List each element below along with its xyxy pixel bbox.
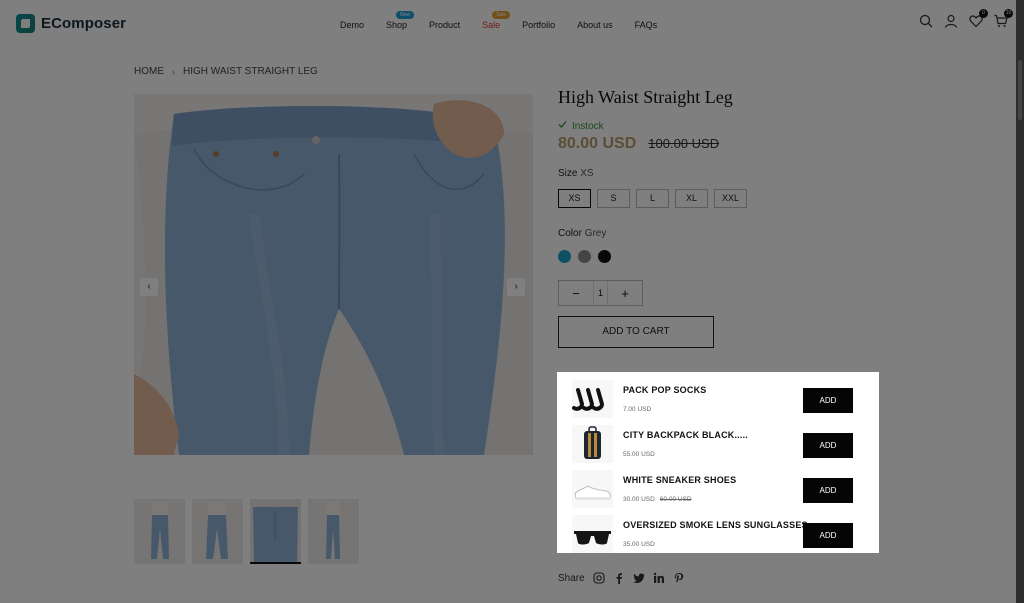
thumbnail-1[interactable] [134,499,185,564]
nav-faqs[interactable]: FAQs [635,20,658,30]
upsell-price: 55.00 USD [623,450,655,458]
product-main-image [134,94,533,455]
main-nav: Demo Shop New Product Sale Sale Portfolio … [340,11,679,30]
search-icon[interactable] [919,14,933,28]
size-label-row: Size XS [558,168,594,179]
nav-label: Demo [340,20,365,30]
size-option[interactable]: S [597,189,630,208]
brand-name: EComposer [41,15,127,32]
upsell-add-button[interactable]: ADD [803,523,853,548]
qty-input[interactable]: 1 [593,281,608,305]
cart-count: 10 [1004,9,1013,18]
size-label: Size [558,168,578,179]
color-swatch-black[interactable] [598,250,611,263]
nav-shop[interactable]: Shop New [386,11,415,30]
breadcrumb: HOME › HIGH WAIST STRAIGHT LEG [134,66,318,77]
stock-status: Instock [558,120,604,132]
cart-icon[interactable]: 10 [994,9,1013,28]
upsell-add-button[interactable]: ADD [803,388,853,413]
thumbnail-2[interactable] [192,499,243,564]
thumbnail-4[interactable] [308,499,359,564]
breadcrumb-separator: › [172,66,175,77]
wishlist-icon[interactable]: 0 [969,9,988,28]
price-block: 80.00 USD 100.00 USD [558,135,719,153]
upsell-item: OVERSIZED SMOKE LENS SUNGLASSES 35.00 US… [572,511,867,556]
facebook-icon[interactable] [613,572,625,584]
nav-label: Product [429,20,461,30]
nav-about[interactable]: About us [577,20,613,30]
color-swatch-blue[interactable] [558,250,571,263]
linkedin-icon[interactable] [653,572,665,584]
sneaker-icon[interactable] [572,469,613,508]
quantity-stepper: − 1 + [558,280,643,306]
socks-icon[interactable] [572,379,613,418]
jeans-image [134,94,533,455]
scrollbar-thumb[interactable] [1018,60,1022,120]
qty-increase-button[interactable]: + [608,286,642,301]
thumbnail-3[interactable] [250,499,301,564]
upsell-price: 7.00 USD [623,405,652,413]
site-header: EComposer Demo Shop New Product Sale Sale … [0,0,1024,52]
account-icon[interactable] [944,14,958,28]
upsell-price: 30.00 USD [623,495,655,503]
sale-badge: Sale [492,11,511,19]
chevron-left-icon: ‹ [147,281,151,292]
nav-sale[interactable]: Sale Sale [482,11,511,30]
breadcrumb-home[interactable]: HOME [134,66,164,77]
nav-label: Portfolio [522,20,556,30]
header-icons: 0 10 [919,9,1013,28]
add-to-cart-button[interactable]: ADD TO CART [558,316,714,348]
share-row: Share [558,572,685,584]
upsell-item: PACK POP SOCKS 7.00 USD ADD [572,376,867,421]
size-value: XS [580,168,594,179]
check-icon [558,120,567,132]
upsell-panel: PACK POP SOCKS 7.00 USD ADD CITY BACKPAC… [557,372,879,553]
qty-decrease-button[interactable]: − [559,286,593,301]
nav-label: About us [577,20,613,30]
upsell-add-button[interactable]: ADD [803,433,853,458]
compare-price: 100.00 USD [648,136,720,151]
size-option[interactable]: XL [675,189,708,208]
upsell-price: 35.00 USD [623,540,655,548]
size-option[interactable]: L [636,189,669,208]
stock-label: Instock [572,120,604,132]
upsell-compare-price: 60.00 USD [659,495,692,503]
nav-label: Sale [482,20,501,30]
color-label: Color [558,228,582,239]
current-price: 80.00 USD [558,135,637,152]
share-label: Share [558,572,585,584]
nav-label: Shop [386,20,408,30]
thumbnail-strip [134,499,359,564]
chevron-right-icon: › [514,281,518,292]
size-options: XS S L XL XXL [558,189,747,208]
color-label-row: Color Grey [558,228,606,239]
color-value: Grey [584,228,607,239]
instagram-icon[interactable] [593,572,605,584]
color-options [558,250,611,263]
nav-portfolio[interactable]: Portfolio [522,20,555,30]
new-badge: New [396,11,415,19]
color-swatch-grey[interactable] [578,250,591,263]
prev-image-button[interactable]: ‹ [140,278,158,296]
size-option[interactable]: XXL [714,189,747,208]
twitter-icon[interactable] [632,572,645,584]
nav-label: FAQs [634,20,658,30]
next-image-button[interactable]: › [507,278,525,296]
upsell-item: WHITE SNEAKER SHOES 30.00 USD 60.00 USD A… [572,466,867,511]
backpack-icon[interactable] [572,424,613,463]
product-title: High Waist Straight Leg [558,87,733,107]
breadcrumb-current: HIGH WAIST STRAIGHT LEG [183,66,318,77]
page-scrollbar[interactable] [1016,0,1024,603]
logo[interactable]: EComposer [16,14,126,33]
upsell-item: CITY BACKPACK BLACK..... 55.00 USD ADD [572,421,867,466]
wishlist-count: 0 [979,9,988,18]
nav-demo[interactable]: Demo [340,20,364,30]
logo-icon [16,14,35,33]
pinterest-icon[interactable] [673,572,685,584]
upsell-add-button[interactable]: ADD [803,478,853,503]
sunglasses-icon[interactable] [572,514,613,553]
size-option[interactable]: XS [558,189,591,208]
nav-product[interactable]: Product [429,20,460,30]
